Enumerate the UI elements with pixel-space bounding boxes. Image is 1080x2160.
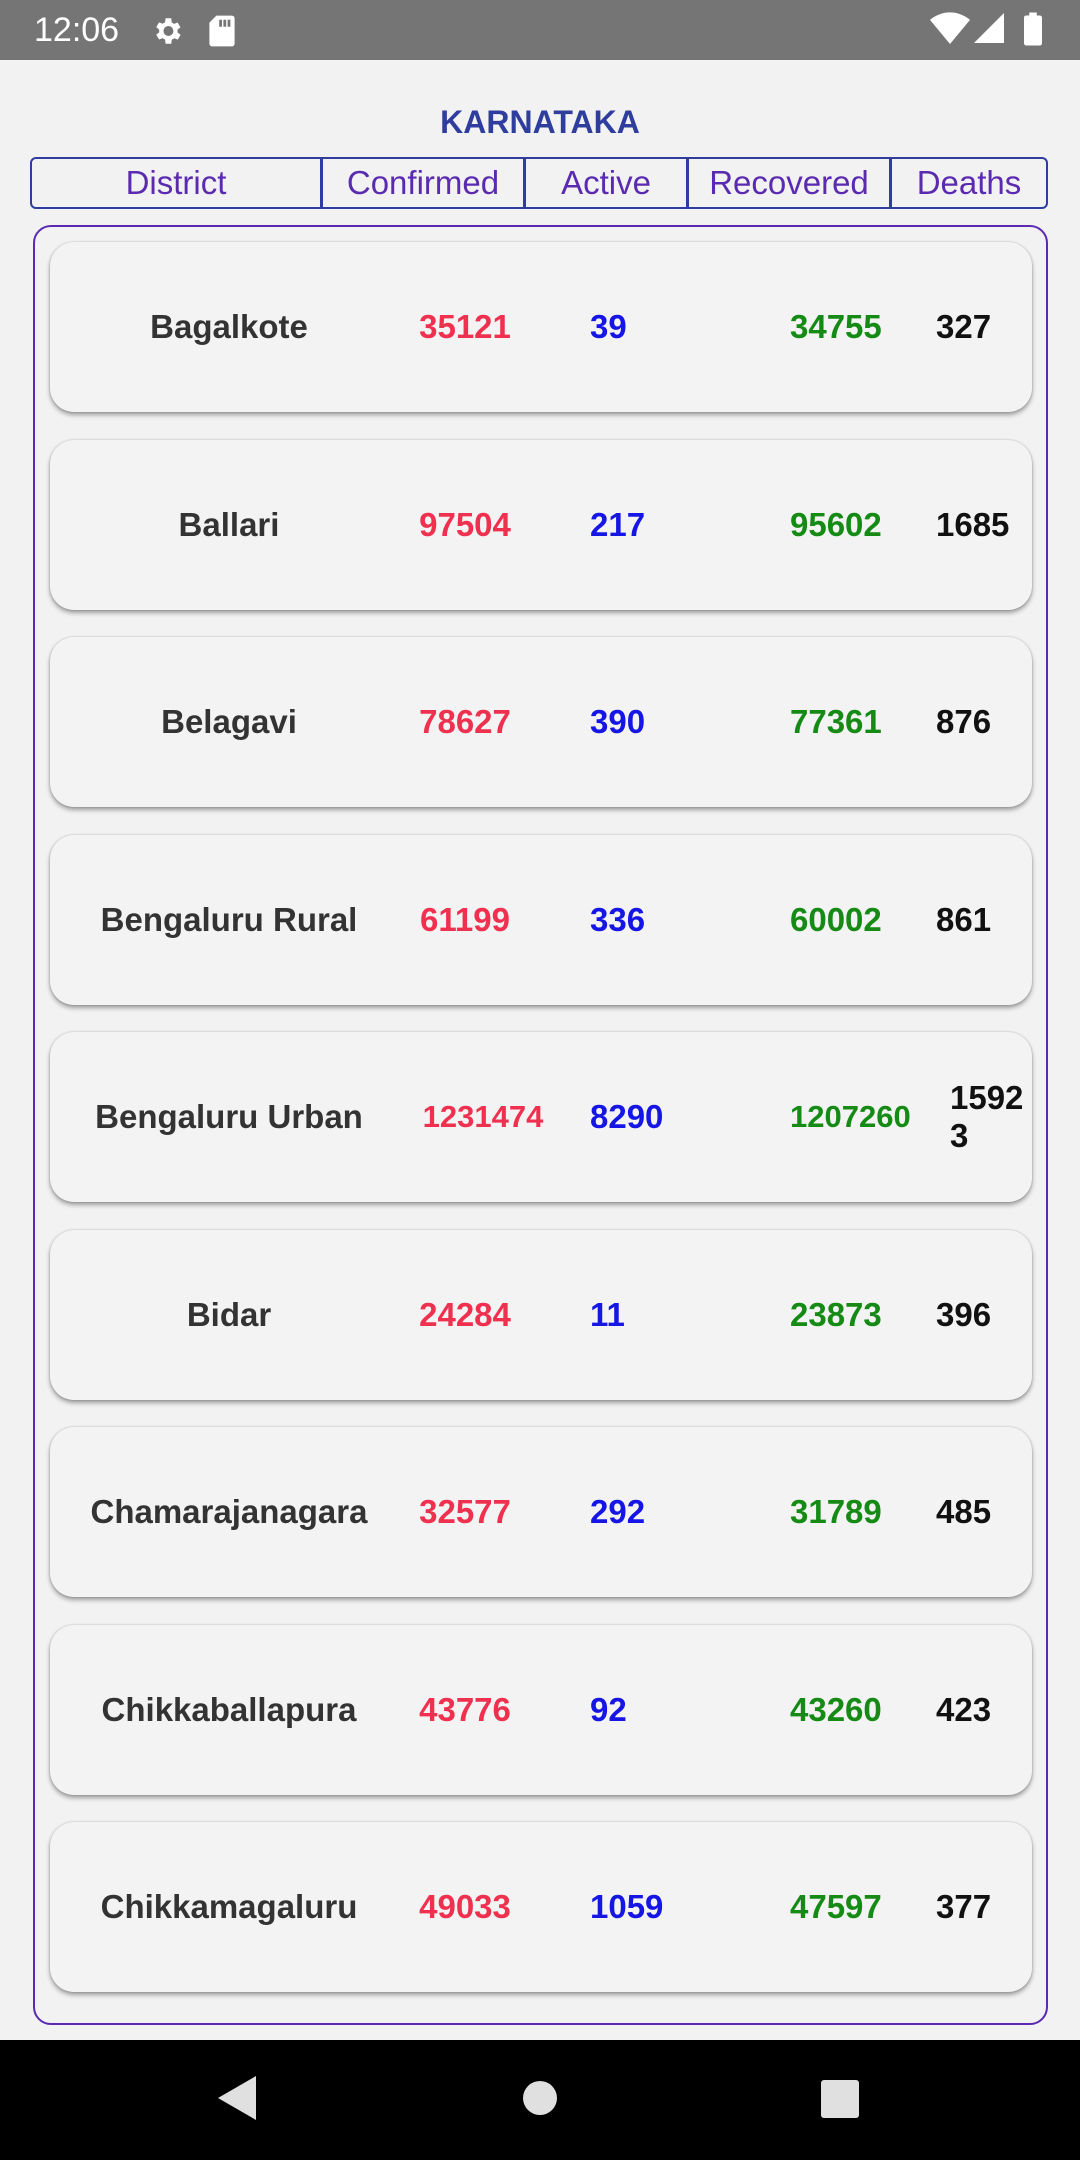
active-count: 292 <box>590 1493 646 1530</box>
district-name: Ballari <box>178 506 280 543</box>
recovered-count: 1207260 <box>790 1099 911 1134</box>
column-header-recovered[interactable]: Recovered <box>686 159 889 207</box>
confirmed-count: 43776 <box>419 1691 511 1728</box>
confirmed-count: 1231474 <box>422 1099 544 1134</box>
deaths-count: 876 <box>936 703 992 740</box>
list-item[interactable]: Chikkamagaluru 49033 1059 47597 377 <box>50 1822 1032 1992</box>
deaths-count: 861 <box>936 901 992 938</box>
district-name: Bagalkote <box>150 308 308 345</box>
list-item[interactable]: Bengaluru Urban 1231474 8290 1207260 159… <box>50 1032 1032 1202</box>
deaths-count: 396 <box>936 1296 992 1333</box>
battery-icon <box>1024 12 1042 51</box>
recents-icon[interactable] <box>821 2080 859 2123</box>
deaths-count: 377 <box>936 1888 992 1925</box>
active-count: 39 <box>590 308 627 345</box>
district-name: Bengaluru Rural <box>100 901 358 938</box>
recovered-count: 23873 <box>790 1296 882 1333</box>
active-count: 217 <box>590 506 646 543</box>
district-list[interactable]: Bagalkote 35121 39 34755 327 Ballari 975… <box>33 225 1048 2025</box>
column-header-district[interactable]: District <box>32 159 320 207</box>
district-name: Chamarajanagara <box>90 1493 368 1530</box>
list-item[interactable]: Bengaluru Rural 61199 336 60002 861 <box>50 835 1032 1005</box>
recovered-count: 43260 <box>790 1691 882 1728</box>
deaths-count: 15923 <box>950 1079 1024 1154</box>
recovered-count: 31789 <box>790 1493 882 1530</box>
sd-card-icon <box>208 14 236 53</box>
district-name: Chikkamagaluru <box>100 1888 358 1925</box>
active-count: 11 <box>590 1296 625 1333</box>
list-item[interactable]: Belagavi 78627 390 77361 876 <box>50 637 1032 807</box>
active-count: 336 <box>590 901 646 938</box>
recovered-count: 60002 <box>790 901 882 938</box>
recovered-count: 95602 <box>790 506 882 543</box>
list-item[interactable]: Bagalkote 35121 39 34755 327 <box>50 242 1032 412</box>
status-bar: 12:06 <box>0 0 1080 60</box>
deaths-count: 485 <box>936 1493 992 1530</box>
status-time: 12:06 <box>34 11 120 49</box>
column-header-deaths[interactable]: Deaths <box>889 159 1046 207</box>
list-item[interactable]: Chikkaballapura 43776 92 43260 423 <box>50 1625 1032 1795</box>
list-item[interactable]: Chamarajanagara 32577 292 31789 485 <box>50 1427 1032 1597</box>
confirmed-count: 32577 <box>419 1493 511 1530</box>
confirmed-count: 78627 <box>419 703 511 740</box>
active-count: 92 <box>590 1691 627 1728</box>
back-icon[interactable] <box>218 2076 258 2125</box>
district-name: Belagavi <box>161 703 297 740</box>
page-title: KARNATAKA <box>440 104 640 140</box>
list-item[interactable]: Bidar 24284 11 23873 396 <box>50 1230 1032 1400</box>
confirmed-count: 35121 <box>419 308 511 345</box>
list-item[interactable]: Ballari 97504 217 95602 1685 <box>50 440 1032 610</box>
deaths-count: 423 <box>936 1691 992 1728</box>
active-count: 8290 <box>590 1098 664 1135</box>
district-name: Bengaluru Urban <box>95 1098 363 1135</box>
column-header-confirmed[interactable]: Confirmed <box>320 159 523 207</box>
district-name: Bidar <box>186 1296 272 1333</box>
recovered-count: 34755 <box>790 308 882 345</box>
deaths-count: 327 <box>936 308 992 345</box>
district-name: Chikkaballapura <box>101 1691 357 1728</box>
confirmed-count: 97504 <box>419 506 511 543</box>
recovered-count: 47597 <box>790 1888 882 1925</box>
navigation-bar <box>0 2040 1080 2160</box>
deaths-count: 1685 <box>936 506 1010 543</box>
cell-signal-icon <box>974 12 1004 49</box>
table-header: District Confirmed Active Recovered Deat… <box>30 157 1048 209</box>
confirmed-count: 49033 <box>419 1888 511 1925</box>
confirmed-count: 24284 <box>419 1296 511 1333</box>
active-count: 390 <box>590 703 646 740</box>
column-header-active[interactable]: Active <box>523 159 686 207</box>
settings-gear-icon <box>150 14 184 53</box>
confirmed-count: 61199 <box>420 901 510 938</box>
active-count: 1059 <box>590 1888 664 1925</box>
recovered-count: 77361 <box>790 703 882 740</box>
home-icon[interactable] <box>522 2076 558 2125</box>
wifi-icon <box>930 12 970 51</box>
